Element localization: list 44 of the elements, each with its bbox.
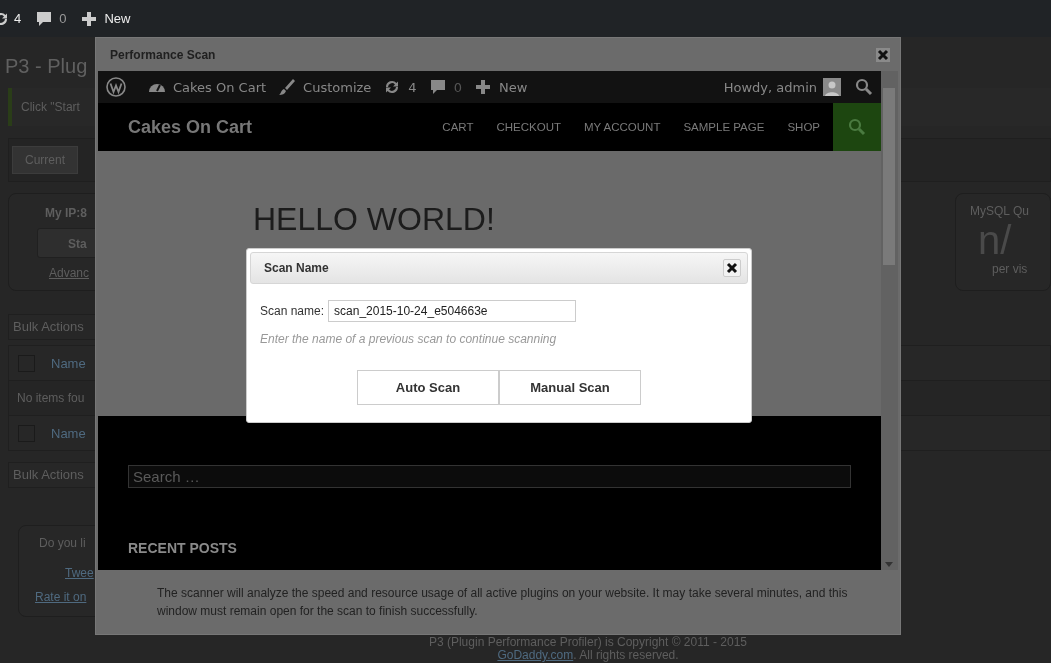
search-icon[interactable]: [855, 78, 873, 96]
hint-text: Enter the name of a previous scan to continue scanning: [260, 332, 558, 346]
search-field[interactable]: Search …: [128, 465, 851, 488]
wordpress-logo-icon[interactable]: [106, 77, 126, 97]
column-header[interactable]: Name: [51, 425, 86, 441]
greeting-text[interactable]: Howdy, admin: [723, 79, 817, 95]
update-count[interactable]: 4: [408, 79, 417, 95]
description-text: The scanner will analyze the speed and resource usage of all active plugins on your website. It may take several minutes, and this window must remain open for the scan to finish successfully.: [156, 585, 849, 620]
nav-link[interactable]: MY ACCOUNT: [583, 121, 661, 133]
close-icon: [876, 47, 890, 62]
comment-count[interactable]: 0: [59, 11, 67, 26]
brush-icon: [278, 78, 297, 96]
close-button[interactable]: [723, 259, 741, 277]
rate-link[interactable]: Rate it on: [35, 590, 87, 604]
site-brand[interactable]: Cakes On Cart: [128, 116, 253, 138]
comment-icon[interactable]: [35, 9, 54, 28]
field-label: Scan name:: [260, 304, 325, 318]
dialog-title: Scan Name: [264, 261, 329, 275]
search-icon: [848, 118, 866, 136]
site-name-link[interactable]: Cakes On Cart: [173, 79, 267, 95]
scan-button[interactable]: Auto Scan: [357, 370, 499, 405]
nav-link[interactable]: CHECKOUT: [496, 121, 561, 133]
scrollbar[interactable]: [881, 71, 898, 570]
close-icon: [725, 261, 739, 275]
nav-link[interactable]: CART: [442, 121, 474, 133]
tweet-link[interactable]: Twee: [65, 566, 94, 580]
page-title: P3 - Plug: [5, 55, 89, 78]
widget-title: RECENT POSTS: [128, 540, 238, 556]
empty-message: No items fou: [17, 391, 85, 405]
update-count[interactable]: 4: [14, 11, 22, 26]
scrollbar-thumb[interactable]: [883, 88, 895, 265]
comment-icon[interactable]: [428, 78, 447, 96]
scan-name-field[interactable]: scan_2015-10-24_e504663e: [328, 300, 577, 322]
plus-icon[interactable]: [473, 78, 492, 96]
nav-link[interactable]: SHOP: [787, 121, 820, 133]
modal-title: Performance Scan: [110, 47, 216, 62]
new-link[interactable]: New: [104, 11, 131, 26]
scan-button[interactable]: Manual Scan: [499, 370, 641, 405]
plus-icon[interactable]: [80, 9, 99, 28]
column-header[interactable]: Name: [51, 355, 86, 371]
new-link[interactable]: New: [498, 79, 528, 95]
page-heading: HELLO WORLD!: [253, 201, 496, 238]
customize-link[interactable]: Customize: [303, 79, 372, 95]
nav-link[interactable]: SAMPLE PAGE: [683, 121, 765, 133]
